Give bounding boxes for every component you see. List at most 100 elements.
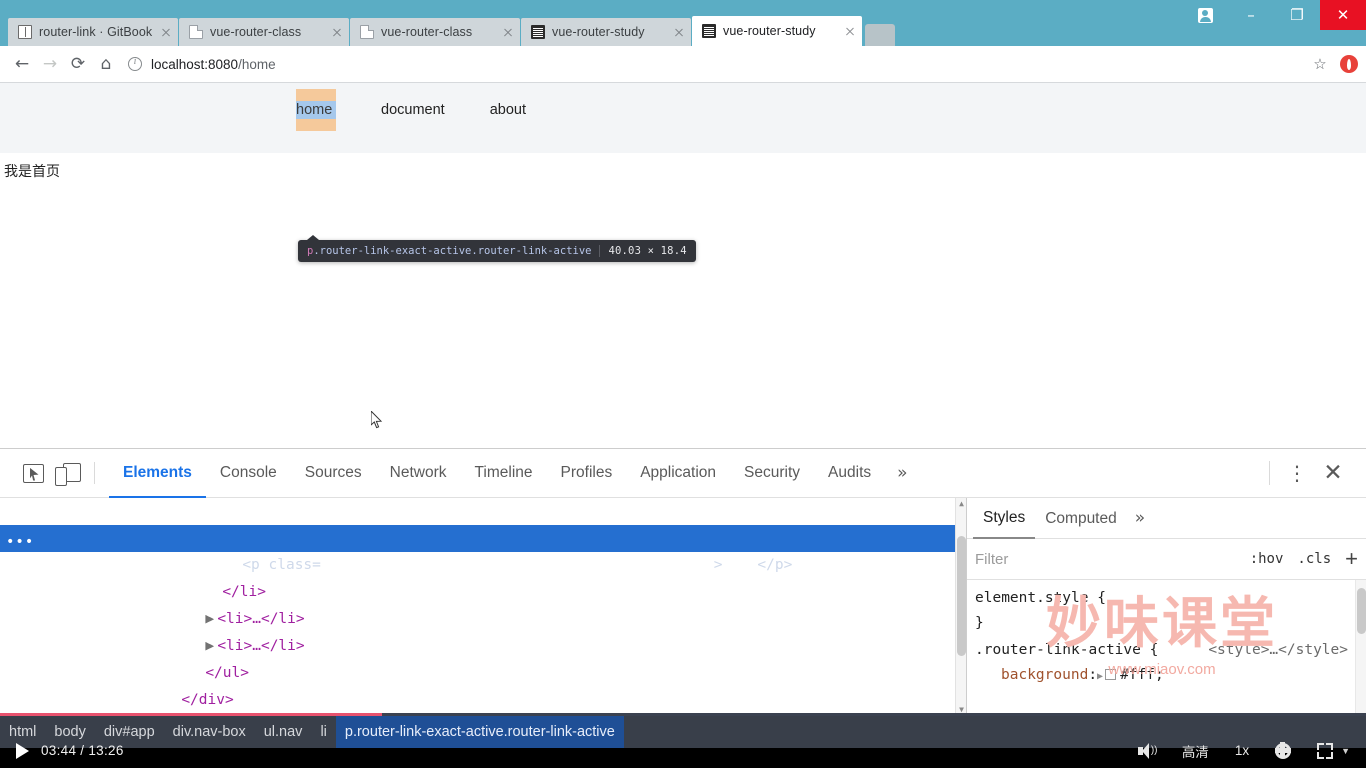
scrollbar-thumb[interactable]	[1357, 588, 1366, 634]
home-button[interactable]: ⌂	[92, 50, 120, 78]
add-style-rule-button[interactable]: +	[1345, 548, 1358, 570]
tab-timeline[interactable]: Timeline	[461, 449, 547, 498]
more-tabs-icon[interactable]: »	[885, 463, 919, 483]
devtools-close-icon[interactable]: ✕	[1314, 461, 1352, 485]
expand-shorthand-icon[interactable]: ▶	[1097, 671, 1103, 682]
browser-tab[interactable]: router-link · GitBook	[8, 18, 178, 46]
bookmark-star-icon[interactable]: ☆	[1309, 55, 1331, 73]
browser-tab[interactable]: vue-router-class	[350, 18, 520, 46]
color-swatch[interactable]	[1105, 669, 1117, 680]
gear-icon[interactable]	[1274, 742, 1292, 759]
browser-tab-active[interactable]: vue-router-study	[692, 16, 862, 46]
css-declaration[interactable]: background:▶ #fff;	[975, 663, 1366, 689]
maximize-icon: ❐	[1290, 5, 1304, 24]
video-quality-label[interactable]: 高清	[1182, 741, 1209, 761]
scrollbar-thumb[interactable]	[957, 536, 966, 656]
back-button[interactable]: ←	[8, 50, 36, 78]
close-icon[interactable]	[329, 24, 345, 40]
vue-qr-icon	[702, 24, 716, 38]
inspector-highlight-box: home	[296, 89, 336, 132]
devtools-body: ▼<li> •••<p class="router-link-exact-act…	[0, 498, 1366, 716]
info-circle-icon[interactable]	[128, 56, 142, 71]
dom-node-li-open[interactable]: ▼<li>	[0, 498, 966, 546]
inspect-element-button[interactable]	[16, 458, 50, 488]
close-window-button[interactable]: ✕	[1320, 0, 1366, 30]
devtools-menu-icon[interactable]: ⋮	[1280, 463, 1314, 483]
nav-item-document[interactable]: document	[381, 89, 445, 131]
tab-elements[interactable]: Elements	[109, 449, 206, 498]
play-icon[interactable]	[16, 742, 29, 759]
styles-scrollbar[interactable]	[1355, 580, 1366, 716]
tab-title: vue-router-study	[552, 25, 645, 39]
styles-filter-input[interactable]: Filter	[975, 551, 1008, 568]
profile-button[interactable]	[1182, 0, 1228, 30]
tab-sources[interactable]: Sources	[291, 449, 376, 498]
scroll-up-icon[interactable]: ▲	[956, 498, 966, 510]
reload-button[interactable]: ⟳	[64, 50, 92, 78]
maximize-button[interactable]: ❐	[1274, 0, 1320, 30]
dom-node-div-open[interactable]: <div>	[0, 687, 966, 714]
tab-audits[interactable]: Audits	[814, 449, 885, 498]
tab-profiles[interactable]: Profiles	[547, 449, 627, 498]
close-icon[interactable]	[671, 24, 687, 40]
nav-link-about[interactable]: about	[490, 89, 526, 131]
dom-node-div-close[interactable]: </div>	[0, 660, 966, 708]
address-bar[interactable]: localhost:8080/home	[128, 51, 1303, 77]
css-property-value: #fff	[1120, 667, 1155, 683]
cls-toggle[interactable]: .cls	[1297, 551, 1331, 567]
rule-router-link-active[interactable]: .router-link-active { <style>…</style> b…	[975, 638, 1366, 689]
tab-title: vue-router-class	[210, 25, 302, 39]
dom-node-ul-close[interactable]: </ul>	[0, 633, 966, 681]
video-current-time: 03:44	[41, 743, 77, 758]
tab-network[interactable]: Network	[376, 449, 461, 498]
video-speed-label[interactable]: 1x	[1235, 743, 1249, 758]
nav-item-home[interactable]: home	[296, 89, 336, 132]
arrow-left-icon: ←	[14, 54, 30, 74]
dom-node-li-collapsed[interactable]: ▶ <li>…</li>	[0, 579, 966, 627]
close-icon[interactable]	[842, 23, 858, 39]
fullscreen-icon[interactable]	[1317, 742, 1334, 759]
tab-styles[interactable]: Styles	[973, 498, 1036, 539]
window-controls: – ❐ ✕	[1182, 0, 1366, 30]
volume-icon[interactable]: ))	[1137, 742, 1158, 759]
css-colon: :	[1088, 667, 1098, 683]
tab-application[interactable]: Application	[626, 449, 730, 498]
rule-element-style[interactable]: element.style { }	[975, 586, 1366, 636]
more-styles-tabs-icon[interactable]: »	[1127, 508, 1145, 528]
dom-scrollbar[interactable]: ▲ ▼	[955, 498, 966, 716]
close-icon[interactable]	[158, 24, 174, 40]
tab-console[interactable]: Console	[206, 449, 291, 498]
browser-tab[interactable]: vue-router-class	[179, 18, 349, 46]
styles-rules-list: element.style { } .router-link-active { …	[967, 580, 1366, 689]
tab-title: router-link · GitBook	[39, 25, 153, 39]
devtools-toolbar-right: ⋮ ✕	[1269, 461, 1366, 485]
dom-node-li-collapsed[interactable]: ▶ <li>…</li>	[0, 606, 966, 654]
new-tab-button[interactable]	[865, 24, 895, 46]
rule-source-link[interactable]: <style>…</style>	[1208, 638, 1348, 663]
inspector-tooltip: p .router-link-exact-active.router-link-a…	[298, 235, 696, 262]
dom-node-selected[interactable]: ••• <p class="router-link-exact-active ro…	[0, 525, 966, 573]
minimize-button[interactable]: –	[1228, 0, 1274, 30]
device-toolbar-button[interactable]	[50, 458, 84, 488]
reload-icon: ⟳	[70, 54, 86, 74]
tab-computed[interactable]: Computed	[1035, 499, 1127, 538]
close-icon[interactable]	[500, 24, 516, 40]
css-semicolon: ;	[1155, 667, 1164, 683]
nav-link-home[interactable]: home	[296, 101, 336, 120]
tab-security[interactable]: Security	[730, 449, 814, 498]
nav-item-about[interactable]: about	[490, 89, 526, 131]
volume-waves: ))	[1150, 744, 1158, 756]
video-total-time: 13:26	[88, 743, 124, 758]
nav-box: home document about	[0, 83, 1366, 153]
browser-tab[interactable]: vue-router-study	[521, 18, 691, 46]
opera-extension-icon[interactable]	[1340, 55, 1358, 73]
video-controls-right: )) 高清 1x ▼	[1137, 741, 1366, 761]
dom-node-li-close[interactable]: </li>	[0, 552, 966, 600]
css-property-name: background	[1001, 667, 1089, 683]
inspect-element-icon	[22, 463, 44, 483]
chevron-down-icon[interactable]: ▼	[1341, 746, 1350, 756]
dom-tree-pane[interactable]: ▼<li> •••<p class="router-link-exact-act…	[0, 498, 966, 716]
hov-toggle[interactable]: :hov	[1250, 551, 1284, 567]
nav-link-document[interactable]: document	[381, 89, 445, 131]
forward-button[interactable]: →	[36, 50, 64, 78]
